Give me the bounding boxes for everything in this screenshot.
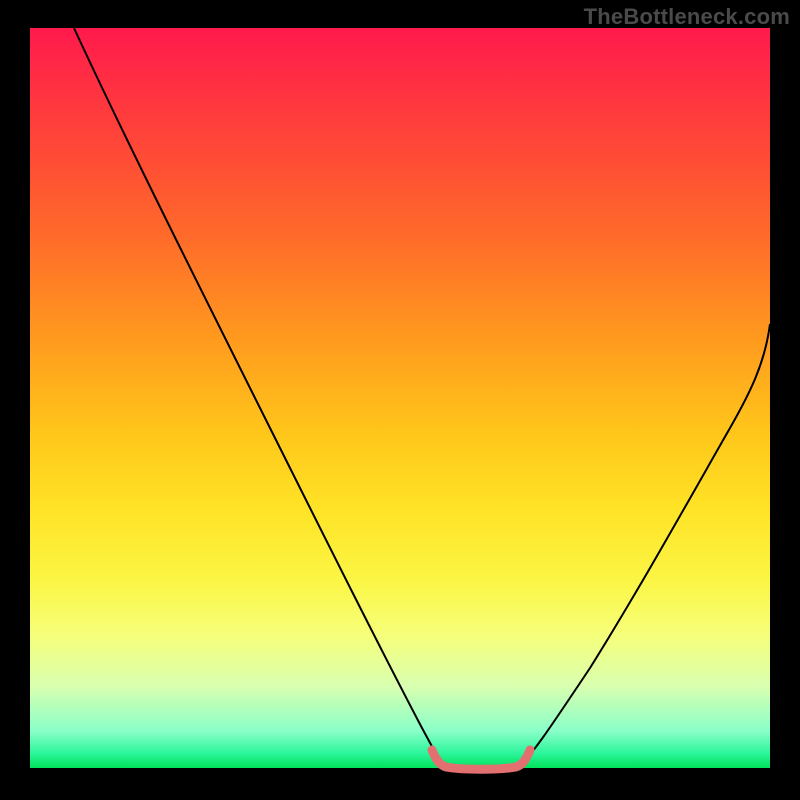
watermark-text: TheBottleneck.com bbox=[584, 4, 790, 30]
plot-area bbox=[30, 28, 770, 768]
chart-frame: TheBottleneck.com bbox=[0, 0, 800, 800]
curve-layer bbox=[30, 28, 770, 768]
optimal-basin-highlight bbox=[432, 750, 530, 769]
curve-left-descent bbox=[74, 28, 444, 767]
curve-right-ascent bbox=[518, 324, 770, 767]
